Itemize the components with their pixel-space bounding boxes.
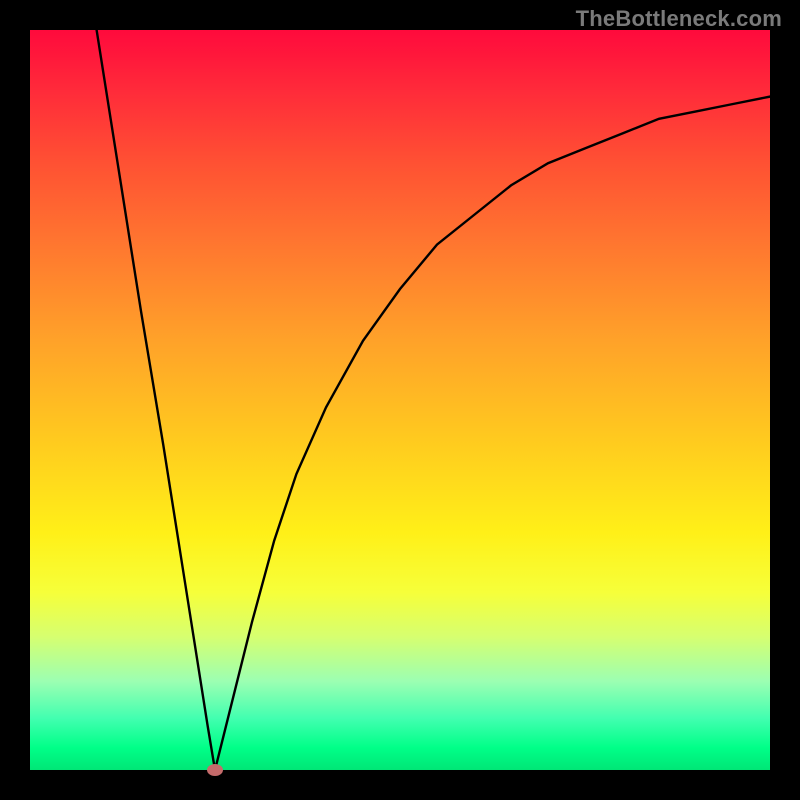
chart-plot-svg <box>30 30 770 770</box>
chart-curve <box>97 30 770 770</box>
chart-frame: TheBottleneck.com <box>0 0 800 800</box>
chart-gradient-background <box>30 30 770 770</box>
marker-dot <box>207 764 223 776</box>
watermark-text: TheBottleneck.com <box>576 6 782 32</box>
